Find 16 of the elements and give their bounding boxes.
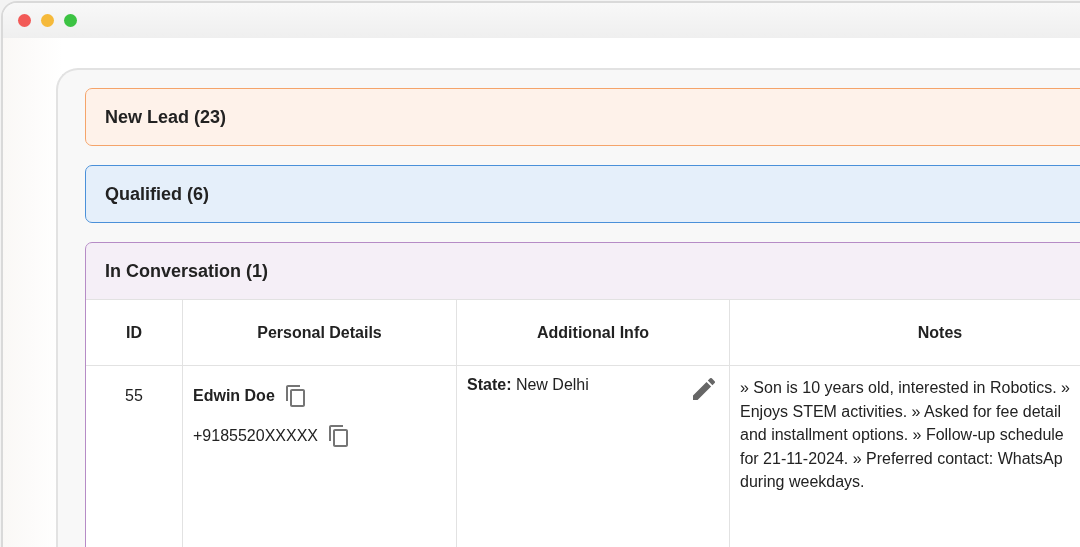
- state-info: State: New Delhi: [467, 376, 589, 394]
- phone-number: +9185520XXXXX: [193, 427, 318, 445]
- pencil-icon[interactable]: [693, 378, 715, 400]
- close-button[interactable]: [18, 14, 31, 27]
- section-header[interactable]: In Conversation (1): [86, 243, 1080, 299]
- copy-icon[interactable]: [283, 384, 308, 408]
- column-header: ID: [86, 299, 183, 365]
- column-header: Personal Details: [183, 299, 457, 365]
- column-header: Notes: [730, 299, 1080, 365]
- table-cell: 55: [86, 365, 183, 547]
- section-header[interactable]: Qualified (6): [86, 166, 1080, 222]
- section-header[interactable]: New Lead (23): [86, 89, 1080, 145]
- copy-icon[interactable]: [327, 424, 351, 448]
- contact-name: Edwin Doe: [193, 387, 275, 405]
- notes-text: » Son is 10 years old, interested in Robotics. » Enjoys STEM activities. » Asked for fee detail and installment options. » Follow-up schedule for 21-11-2024. » Preferred contact: WhatsAp during weekdays.: [740, 378, 1070, 492]
- column-header: Additional Info: [457, 299, 730, 365]
